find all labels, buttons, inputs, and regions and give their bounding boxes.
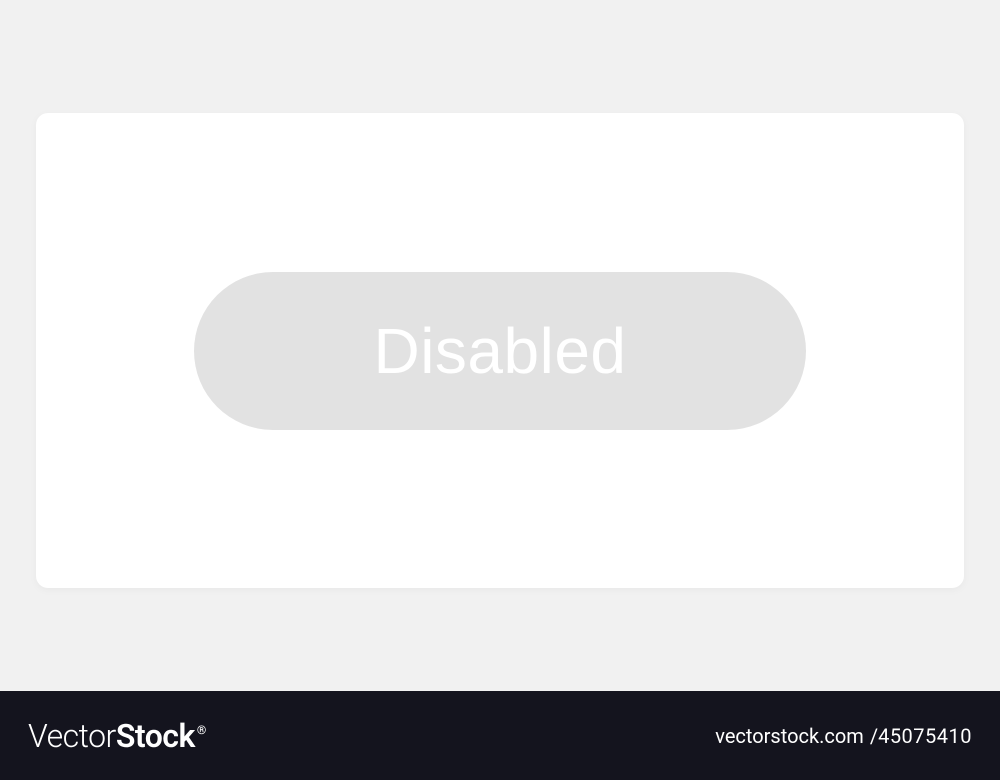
- stock-attribution: vectorstock.com/45075410: [715, 724, 972, 748]
- disabled-button: Disabled: [194, 272, 806, 430]
- brand-prefix: Vector: [28, 717, 116, 755]
- brand-logo: VectorStock®: [28, 717, 206, 755]
- preview-card: Disabled: [36, 113, 964, 588]
- stock-id: 45075410: [878, 724, 972, 748]
- disabled-button-label: Disabled: [373, 314, 626, 388]
- stock-domain: vectorstock.com: [715, 724, 864, 748]
- brand-registered-mark: ®: [197, 723, 206, 737]
- stock-separator: /: [870, 724, 878, 748]
- brand-suffix: Stock: [116, 717, 195, 755]
- footer-bar: VectorStock® vectorstock.com/45075410: [0, 691, 1000, 780]
